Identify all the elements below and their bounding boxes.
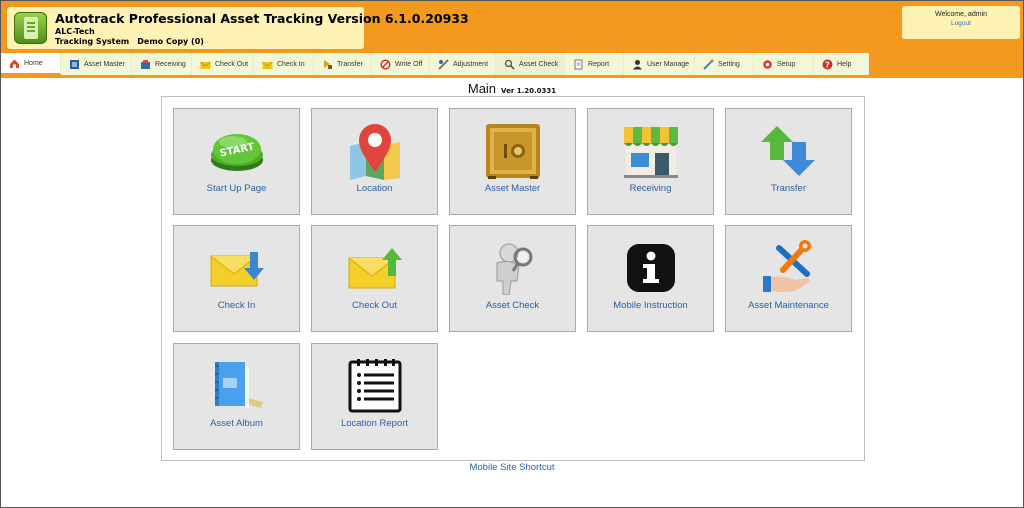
- company-name: ALC-Tech: [55, 27, 95, 36]
- version-text: Ver 1.20.0331: [501, 87, 557, 95]
- tile-label: Location Report: [340, 418, 409, 429]
- nav-label: Report: [588, 60, 610, 68]
- home-icon: [9, 58, 20, 69]
- envelope-out-icon: [312, 236, 437, 300]
- tile-label: Check Out: [352, 300, 397, 311]
- nav-write-off[interactable]: Write Off: [372, 53, 430, 75]
- tile-asset-check[interactable]: Asset Check: [449, 225, 576, 332]
- envelope-out-icon: [200, 59, 211, 70]
- nav-home[interactable]: Home: [1, 53, 61, 75]
- nav-label: Setting: [718, 60, 740, 68]
- user-box: Welcome, admin Logout: [902, 6, 1020, 39]
- envelope-in-icon: [174, 236, 299, 300]
- nav-label: Asset Master: [84, 60, 125, 68]
- start-button-icon: START: [174, 119, 299, 183]
- nav-label: Asset Check: [519, 60, 559, 68]
- no-entry-icon: [380, 58, 391, 70]
- tile-asset-album[interactable]: Asset Album: [173, 343, 300, 450]
- shop-icon: [588, 119, 713, 183]
- main-nav: Home Asset Master Receiving Check Out Ch…: [1, 53, 869, 75]
- nav-label: Write Off: [395, 60, 423, 68]
- report-icon: [573, 59, 584, 70]
- svg-text:?: ?: [825, 60, 830, 69]
- nav-asset-check[interactable]: Asset Check: [496, 53, 565, 75]
- nav-check-out[interactable]: Check Out: [192, 53, 254, 75]
- system-line: Tracking System Demo Copy (0): [55, 37, 204, 46]
- page-title-text: Main: [467, 81, 497, 96]
- setup-icon: [762, 59, 773, 70]
- receiving-icon: [140, 59, 151, 70]
- album-icon: [174, 354, 299, 418]
- envelope-in-icon: [262, 59, 273, 70]
- asset-master-icon: [69, 59, 80, 70]
- nav-asset-master[interactable]: Asset Master: [61, 53, 132, 75]
- tile-label: Asset Maintenance: [748, 300, 829, 311]
- tile-receiving[interactable]: Receiving: [587, 108, 714, 215]
- nav-label: Receiving: [155, 60, 186, 68]
- user-icon: [632, 59, 643, 70]
- checklist-icon: [312, 354, 437, 418]
- tile-mobile-instruction[interactable]: Mobile Instruction: [587, 225, 714, 332]
- nav-label: Setup: [777, 60, 796, 68]
- tile-label: Mobile Instruction: [613, 300, 688, 311]
- help-icon: ?: [822, 59, 833, 70]
- transfer-icon: [322, 59, 333, 70]
- nav-setup[interactable]: Setup: [754, 53, 814, 75]
- tile-check-out[interactable]: Check Out: [311, 225, 438, 332]
- nav-adjustment[interactable]: Adjustment: [430, 53, 496, 75]
- tile-label: Asset Master: [484, 183, 541, 194]
- tile-label: Asset Check: [485, 300, 540, 311]
- system-name: Tracking System: [55, 37, 130, 46]
- location-pin-icon: [312, 119, 437, 183]
- welcome-text: Welcome, admin: [934, 11, 987, 18]
- tile-label: Location: [356, 183, 393, 194]
- nav-report[interactable]: Report: [565, 53, 624, 75]
- tile-start-up-page[interactable]: START Start Up Page: [173, 108, 300, 215]
- tile-label: Check In: [217, 300, 256, 311]
- tile-asset-master[interactable]: Asset Master: [449, 108, 576, 215]
- app-logo-icon: [14, 12, 47, 44]
- tile-label: Receiving: [629, 183, 672, 194]
- tile-asset-maintenance[interactable]: Asset Maintenance: [725, 225, 852, 332]
- menu-panel: START Start Up Page Location Asset Maste…: [161, 96, 865, 461]
- info-icon: [588, 236, 713, 300]
- tile-location-report[interactable]: Location Report: [311, 343, 438, 450]
- asset-check-icon: [504, 59, 515, 70]
- transfer-arrows-icon: [726, 119, 851, 183]
- nav-receiving[interactable]: Receiving: [132, 53, 192, 75]
- nav-label: Home: [24, 59, 43, 67]
- tools-icon: [726, 236, 851, 300]
- tile-label: Asset Album: [210, 418, 263, 429]
- nav-user-manage[interactable]: User Manage: [624, 53, 695, 75]
- nav-label: Help: [837, 60, 852, 68]
- setting-icon: [703, 59, 714, 70]
- app-title: Autotrack Professional Asset Tracking Ve…: [55, 11, 469, 26]
- app-title-box: Autotrack Professional Asset Tracking Ve…: [7, 7, 469, 49]
- tile-label: Transfer: [770, 183, 807, 194]
- tile-label: Start Up Page: [206, 183, 267, 194]
- nav-label: Check Out: [215, 60, 249, 68]
- adjust-icon: [438, 58, 449, 70]
- nav-label: Check In: [277, 60, 305, 68]
- demo-copy: Demo Copy (0): [137, 37, 204, 46]
- nav-setting[interactable]: Setting: [695, 53, 754, 75]
- mobile-site-shortcut-link[interactable]: Mobile Site Shortcut: [0, 462, 1024, 473]
- nav-check-in[interactable]: Check In: [254, 53, 314, 75]
- nav-label: Transfer: [337, 60, 363, 68]
- nav-help[interactable]: ? Help: [814, 53, 869, 75]
- logout-link[interactable]: Logout: [902, 20, 1020, 27]
- tile-transfer[interactable]: Transfer: [725, 108, 852, 215]
- nav-transfer[interactable]: Transfer: [314, 53, 372, 75]
- tile-location[interactable]: Location: [311, 108, 438, 215]
- tile-check-in[interactable]: Check In: [173, 225, 300, 332]
- inspector-icon: [450, 236, 575, 300]
- safe-icon: [450, 119, 575, 183]
- nav-label: Adjustment: [453, 60, 489, 68]
- nav-label: User Manage: [647, 60, 690, 68]
